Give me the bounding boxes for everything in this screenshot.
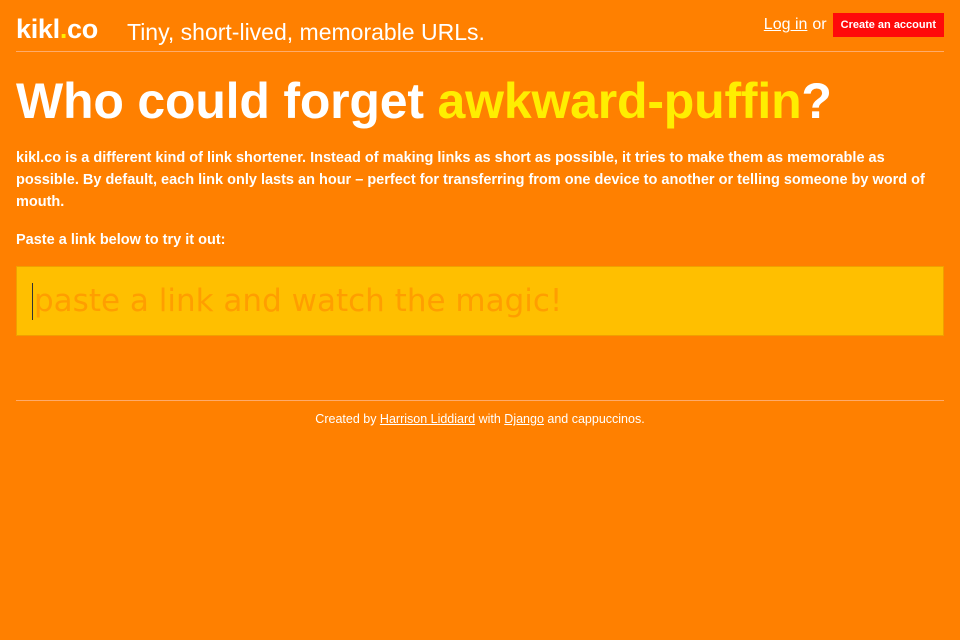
logo-tld: co: [67, 14, 98, 44]
tagline: Tiny, short-lived, memorable URLs.: [127, 19, 485, 45]
or-text: or: [812, 16, 827, 33]
input-prompt: Paste a link below to try it out:: [16, 232, 226, 248]
footer-created-by: Created by: [315, 412, 380, 426]
text-cursor: [32, 283, 33, 320]
logo[interactable]: kikl.co: [16, 13, 98, 45]
description: kikl.co is a different kind of link shor…: [16, 150, 925, 210]
logo-dot: .: [59, 14, 68, 44]
login-link[interactable]: Log in: [764, 16, 808, 34]
django-link[interactable]: Django: [504, 412, 544, 426]
top-bar: kikl.co Tiny, short-lived, memorable URL…: [16, 0, 944, 52]
footer: Created by Harrison Liddiard with Django…: [16, 400, 944, 427]
headline-slug: awkward-puffin: [437, 73, 802, 129]
create-account-button[interactable]: Create an account: [832, 13, 944, 37]
page-title: Who could forget awkward-puffin?: [16, 70, 832, 132]
link-input[interactable]: [16, 266, 944, 336]
headline-suffix: ?: [801, 73, 832, 129]
page: kikl.co Tiny, short-lived, memorable URL…: [0, 0, 960, 640]
headline-prefix: Who could forget: [16, 73, 438, 129]
author-link[interactable]: Harrison Liddiard: [380, 412, 475, 426]
footer-end: and cappuccinos.: [543, 412, 645, 426]
logo-main: kikl: [16, 14, 60, 44]
footer-with: with: [475, 412, 505, 426]
auth-links: Log in or Create an account: [764, 13, 944, 37]
